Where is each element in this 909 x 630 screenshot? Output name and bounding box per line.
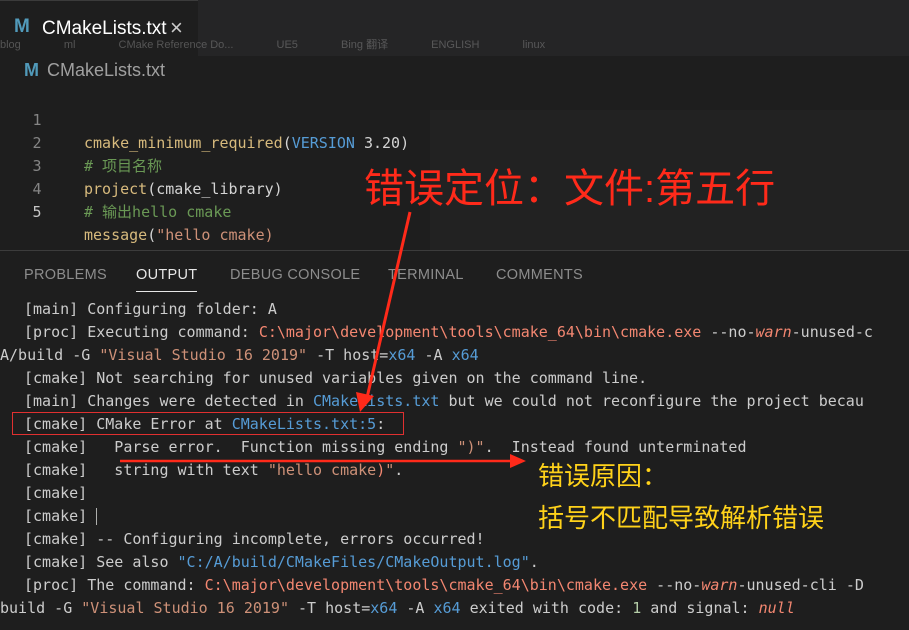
annotation-arrows xyxy=(120,211,526,468)
arrow-to-parse-error xyxy=(120,454,526,468)
arrow-to-error-location xyxy=(356,211,412,412)
